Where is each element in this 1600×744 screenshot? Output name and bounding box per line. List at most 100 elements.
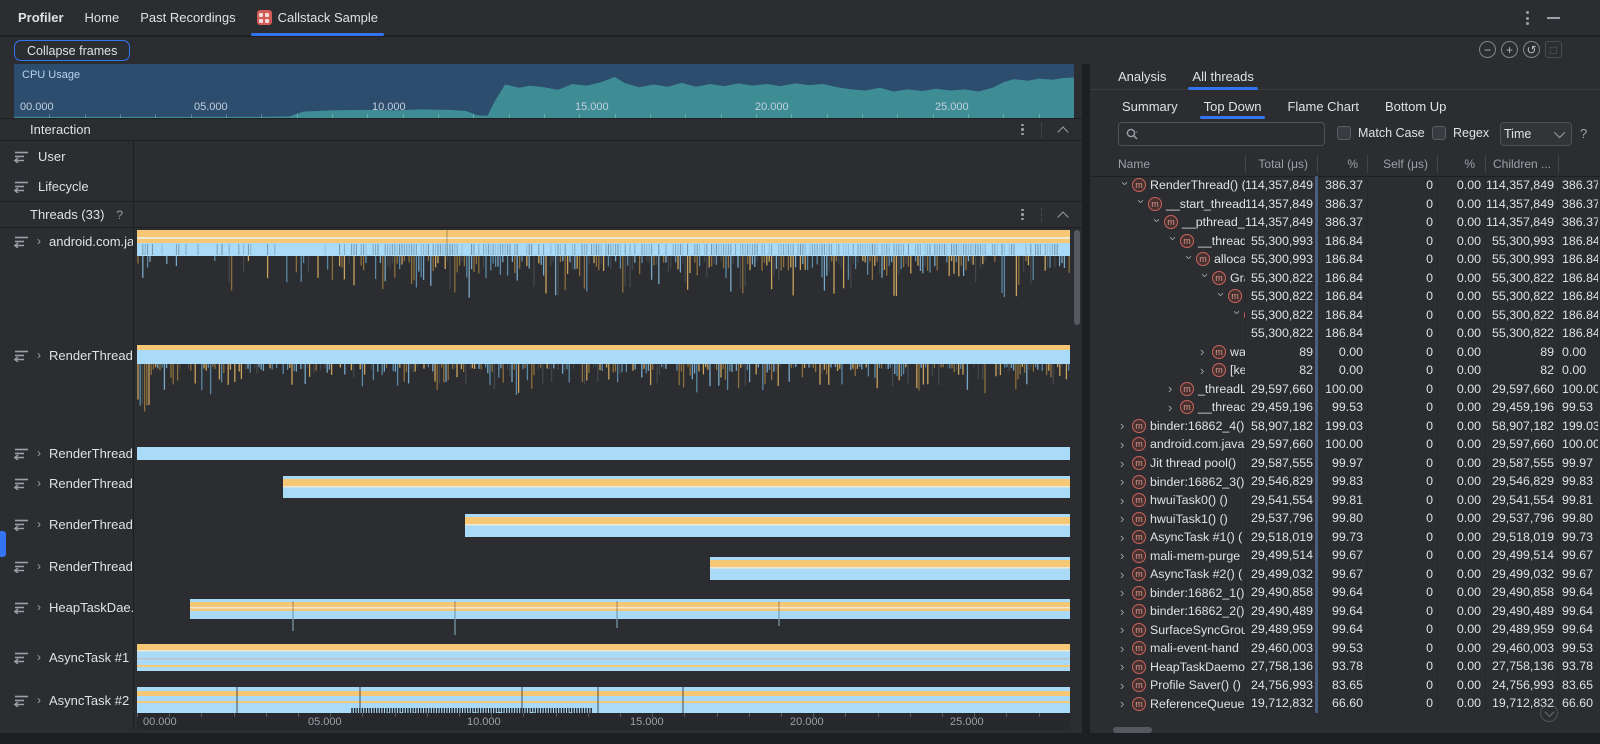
table-row[interactable]: ›mmali-event-hand29,460,00399.5300.0029,… [1090, 639, 1600, 658]
tab-past-recordings[interactable]: Past Recordings [140, 0, 235, 36]
table-row[interactable]: ›mhwuiTask1() ()29,537,79699.8000.0029,5… [1090, 509, 1600, 528]
chevron-collapsed-icon[interactable]: › [1120, 475, 1131, 488]
subtab-flame-chart[interactable]: Flame Chart [1287, 93, 1359, 119]
expand-chevron-icon[interactable]: › [37, 348, 41, 362]
thread-row-label[interactable]: ›android.com.ja... [0, 232, 133, 250]
table-row[interactable]: ›m__start_thread114,357,849386.3700.0011… [1090, 195, 1600, 214]
threads-options-icon[interactable] [1012, 205, 1033, 225]
chevron-collapsed-icon[interactable]: › [1120, 623, 1131, 636]
interaction-collapse-icon[interactable] [1059, 125, 1068, 134]
chevron-expanded-icon[interactable]: › [1184, 255, 1196, 266]
expand-chevron-icon[interactable]: › [37, 650, 41, 664]
chevron-collapsed-icon[interactable]: › [1200, 345, 1211, 358]
interaction-options-icon[interactable] [1012, 120, 1033, 140]
column-header-3[interactable]: Self (μs) [1367, 152, 1428, 176]
table-row[interactable]: ›mwai890.0000.00890.00 [1090, 343, 1600, 362]
zoom-to-fit-icon[interactable]: □ [1545, 41, 1562, 58]
chevron-collapsed-icon[interactable]: › [1120, 457, 1131, 470]
more-options-icon[interactable] [1522, 7, 1533, 29]
search-text-field[interactable] [1139, 126, 1303, 142]
thread-row-label[interactable]: ›AsyncTask #1 [0, 648, 133, 666]
chevron-collapsed-icon[interactable]: › [1120, 531, 1131, 544]
chevron-collapsed-icon[interactable]: › [1168, 382, 1179, 395]
thread-tracks[interactable] [137, 228, 1070, 713]
tab-analysis[interactable]: Analysis [1118, 64, 1166, 90]
cpu-usage-chart[interactable]: CPU Usage 00.00005.00010.00015.00020.000… [14, 64, 1074, 118]
expand-chevron-icon[interactable]: › [37, 600, 41, 614]
chevron-collapsed-icon[interactable]: › [1200, 364, 1211, 377]
column-header-4[interactable]: % [1437, 152, 1475, 176]
match-case-checkbox[interactable]: Match Case [1337, 126, 1425, 140]
chevron-collapsed-icon[interactable]: › [1120, 660, 1131, 673]
column-header-1[interactable]: Total (μs) [1245, 152, 1308, 176]
table-row[interactable]: ›malloca55,300,993186.8400.0055,300,9931… [1090, 250, 1600, 269]
table-row[interactable]: ›m55,300,822186.8400.0055,300,822186.84 [1090, 306, 1600, 325]
table-row[interactable]: ›m__pthread_s114,357,849386.3700.00114,3… [1090, 213, 1600, 232]
thread-row-label[interactable]: ›RenderThread [0, 346, 133, 364]
filter-type-dropdown[interactable]: Time [1500, 122, 1572, 146]
chevron-collapsed-icon[interactable]: › [1120, 697, 1131, 710]
reset-zoom-icon[interactable]: ↺ [1523, 41, 1540, 58]
column-divider[interactable] [1437, 155, 1438, 173]
chevron-collapsed-icon[interactable]: › [1120, 438, 1131, 451]
chevron-expanded-icon[interactable]: › [1136, 199, 1148, 210]
chevron-collapsed-icon[interactable]: › [1120, 512, 1131, 525]
column-header-2[interactable]: % [1317, 152, 1358, 176]
subtab-bottom-up[interactable]: Bottom Up [1385, 93, 1446, 119]
table-row[interactable]: ›m__thread55,300,993186.8400.0055,300,99… [1090, 232, 1600, 251]
table-row[interactable]: ›m__thread29,459,19699.5300.0029,459,196… [1090, 398, 1600, 417]
regex-checkbox[interactable]: Regex [1432, 126, 1489, 140]
thread-row-label[interactable]: ›RenderThread [0, 444, 133, 462]
table-row[interactable]: ›mHeapTaskDaemo27,758,13693.7800.0027,75… [1090, 657, 1600, 676]
expand-chevron-icon[interactable]: › [37, 234, 41, 248]
tab-home[interactable]: Home [85, 0, 120, 36]
chevron-expanded-icon[interactable]: › [1200, 274, 1212, 285]
table-row[interactable]: ›mJit thread pool() 29,587,55599.9700.00… [1090, 454, 1600, 473]
zoom-out-icon[interactable]: − [1479, 41, 1496, 58]
column-divider[interactable] [1245, 155, 1246, 173]
table-row[interactable]: ›mSurfaceSyncGrou29,489,95999.6400.0029,… [1090, 620, 1600, 639]
expand-chevron-icon[interactable]: › [37, 693, 41, 707]
threads-collapse-icon[interactable] [1059, 210, 1068, 219]
tab-all-threads[interactable]: All threads [1192, 64, 1253, 90]
chevron-collapsed-icon[interactable]: › [1168, 401, 1179, 414]
thread-row-label[interactable]: ›HeapTaskDae... [0, 598, 133, 616]
expand-chevron-icon[interactable]: › [37, 446, 41, 460]
expand-chevron-icon[interactable]: › [37, 517, 41, 531]
table-row[interactable]: ›mRenderThread() (114,357,849386.3700.00… [1090, 176, 1600, 195]
column-divider[interactable] [1485, 155, 1486, 173]
table-row[interactable]: ›mAsyncTask #2() (29,499,03299.6700.0029… [1090, 565, 1600, 584]
table-row[interactable]: ›mAsyncTask #1() (29,518,01999.7300.0029… [1090, 528, 1600, 547]
table-row[interactable]: ›mmali-mem-purge29,499,51499.6700.0029,4… [1090, 546, 1600, 565]
table-row[interactable]: 55,300,822186.8400.0055,300,822186.84 [1090, 324, 1600, 343]
chevron-expanded-icon[interactable]: › [1168, 236, 1180, 247]
interaction-row-lifecycle[interactable]: Lifecycle [0, 171, 133, 201]
chevron-collapsed-icon[interactable]: › [1120, 642, 1131, 655]
thread-row-label[interactable]: ›RenderThread [0, 557, 133, 575]
table-row[interactable]: ›mhwuiTask0() ()29,541,55499.8100.0029,5… [1090, 491, 1600, 510]
chevron-collapsed-icon[interactable]: › [1120, 568, 1131, 581]
chevron-expanded-icon[interactable]: › [1232, 311, 1244, 322]
column-divider[interactable] [1367, 155, 1368, 173]
chevron-expanded-icon[interactable]: › [1152, 218, 1164, 229]
chevron-collapsed-icon[interactable]: › [1120, 679, 1131, 692]
chevron-expanded-icon[interactable]: › [1216, 292, 1228, 303]
tab-callstack-sample[interactable]: Callstack Sample [257, 0, 378, 36]
thread-row-label[interactable]: ›RenderThread [0, 515, 133, 533]
chevron-collapsed-icon[interactable]: › [1120, 419, 1131, 432]
subtab-summary[interactable]: Summary [1122, 93, 1178, 119]
table-row[interactable]: ›mbinder:16862_1()29,490,85899.6400.0029… [1090, 583, 1600, 602]
table-row[interactable]: ›m[ke820.0000.00820.00 [1090, 361, 1600, 380]
interaction-row-user[interactable]: User [0, 141, 133, 171]
column-header-0[interactable]: Name [1118, 152, 1240, 176]
thread-row-label[interactable]: ›AsyncTask #2 [0, 691, 133, 709]
thread-row-label[interactable]: ›RenderThread [0, 474, 133, 492]
chevron-expanded-icon[interactable]: › [1120, 181, 1132, 192]
scroll-to-bottom-icon[interactable] [1540, 704, 1558, 722]
table-row[interactable]: ›mbinder:16862_3()29,546,82999.8300.0029… [1090, 472, 1600, 491]
help-icon[interactable]: ? [1580, 126, 1587, 141]
table-row[interactable]: ›mReferenceQueue19,712,83266.6000.0019,7… [1090, 694, 1600, 713]
table-row[interactable]: ›mandroid.com.java29,597,660100.0000.002… [1090, 435, 1600, 454]
minimize-icon[interactable] [1547, 17, 1560, 19]
chevron-collapsed-icon[interactable]: › [1120, 494, 1131, 507]
